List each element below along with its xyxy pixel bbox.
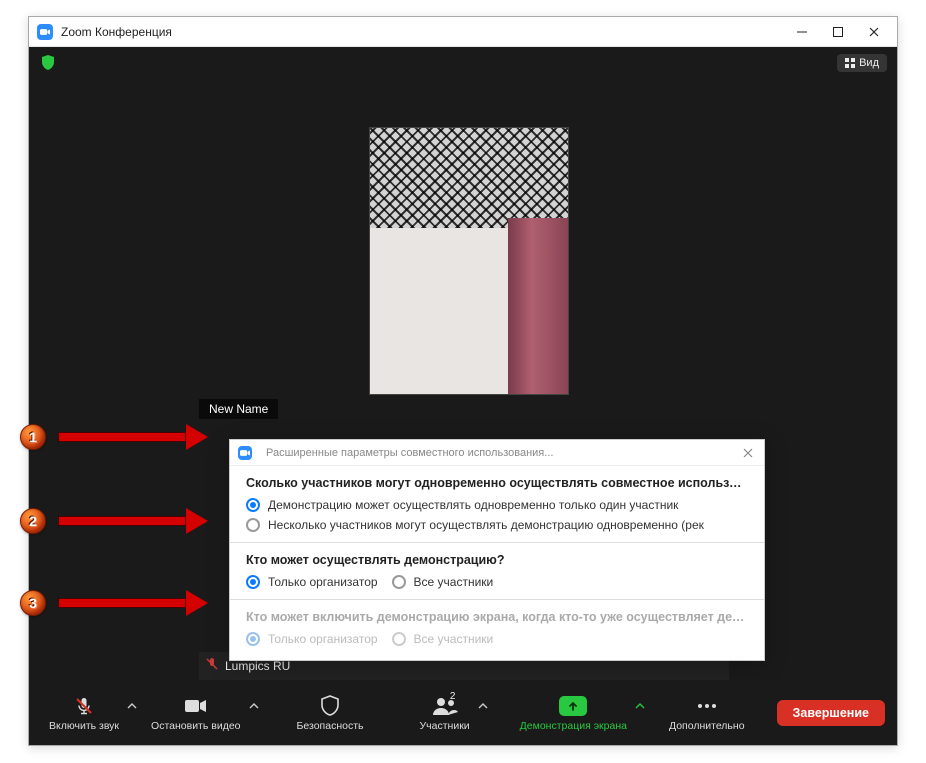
radio-one-sharer[interactable] xyxy=(246,498,260,512)
radio-start-host-label: Только организатор xyxy=(268,632,378,646)
view-label: Вид xyxy=(859,57,879,69)
minimize-button[interactable] xyxy=(795,25,809,39)
encryption-shield-icon[interactable] xyxy=(39,54,57,72)
participant-name-badge: New Name xyxy=(199,399,278,419)
share-label: Демонстрация экрана xyxy=(520,720,627,732)
zoom-logo-icon xyxy=(238,446,252,460)
mute-button[interactable]: Включить звук xyxy=(41,691,127,736)
meeting-toolbar: Включить звук Остановить видео Безопасно… xyxy=(29,681,897,745)
participant-video[interactable] xyxy=(369,127,569,395)
section1-title: Сколько участников могут одновременно ос… xyxy=(246,476,748,490)
shield-icon xyxy=(320,695,340,717)
video-button[interactable]: Остановить видео xyxy=(143,691,248,736)
radio-who-host-label: Только организатор xyxy=(268,575,378,589)
video-label: Остановить видео xyxy=(151,720,240,732)
radio-start-all-label: Все участники xyxy=(414,632,494,646)
maximize-button[interactable] xyxy=(831,25,845,39)
security-label: Безопасность xyxy=(297,720,364,732)
participants-count: 2 xyxy=(450,691,456,702)
grid-icon xyxy=(845,58,855,68)
radio-many-sharers[interactable] xyxy=(246,518,260,532)
dialog-title: Расширенные параметры совместного исполь… xyxy=(266,447,742,459)
radio-one-sharer-label: Демонстрацию может осуществлять одноврем… xyxy=(268,498,678,512)
more-icon xyxy=(696,695,718,717)
app-window: Zoom Конференция Вид New Name xyxy=(28,16,898,746)
mute-caret[interactable] xyxy=(127,696,143,730)
divider xyxy=(230,542,764,543)
mute-label: Включить звук xyxy=(49,720,119,732)
share-arrow-icon xyxy=(559,696,587,716)
participants-caret[interactable] xyxy=(478,696,494,730)
more-label: Дополнительно xyxy=(669,720,745,732)
camera-icon xyxy=(184,695,208,717)
window-title: Zoom Конференция xyxy=(61,25,795,39)
radio-who-all[interactable] xyxy=(392,575,406,589)
advanced-sharing-dialog: Расширенные параметры совместного исполь… xyxy=(229,439,765,661)
mic-muted-icon xyxy=(73,695,95,717)
radio-who-host[interactable] xyxy=(246,575,260,589)
radio-start-all xyxy=(392,632,406,646)
dialog-header: Расширенные параметры совместного исполь… xyxy=(230,440,764,466)
annotation-marker-2: 2 xyxy=(20,508,46,534)
participants-button[interactable]: 2 Участники xyxy=(412,691,478,736)
more-button[interactable]: Дополнительно xyxy=(661,691,753,736)
view-button[interactable]: Вид xyxy=(837,54,887,72)
radio-start-host xyxy=(246,632,260,646)
security-button[interactable]: Безопасность xyxy=(289,691,372,736)
section2-title: Кто может осуществлять демонстрацию? xyxy=(246,553,748,567)
radio-who-all-label: Все участники xyxy=(414,575,494,589)
annotation-marker-3: 3 xyxy=(20,590,46,616)
secondary-participant-name: Lumpics RU xyxy=(225,659,290,673)
top-strip: Вид xyxy=(29,47,897,79)
section3-title: Кто может включить демонстрацию экрана, … xyxy=(246,610,748,624)
divider xyxy=(230,599,764,600)
share-caret[interactable] xyxy=(635,696,651,730)
dialog-close-button[interactable] xyxy=(742,446,756,460)
meeting-content: Вид New Name Lumpics RU Расширенные пара… xyxy=(29,47,897,745)
end-meeting-button[interactable]: Завершение xyxy=(777,700,885,726)
zoom-logo-icon xyxy=(37,24,53,40)
video-caret[interactable] xyxy=(249,696,265,730)
participants-label: Участники xyxy=(420,720,470,732)
muted-mic-icon xyxy=(205,657,219,676)
share-screen-button[interactable]: Демонстрация экрана xyxy=(512,691,635,736)
annotation-marker-1: 1 xyxy=(20,424,46,450)
radio-many-sharers-label: Несколько участников могут осуществлять … xyxy=(268,518,704,532)
close-button[interactable] xyxy=(867,25,881,39)
titlebar: Zoom Конференция xyxy=(29,17,897,47)
